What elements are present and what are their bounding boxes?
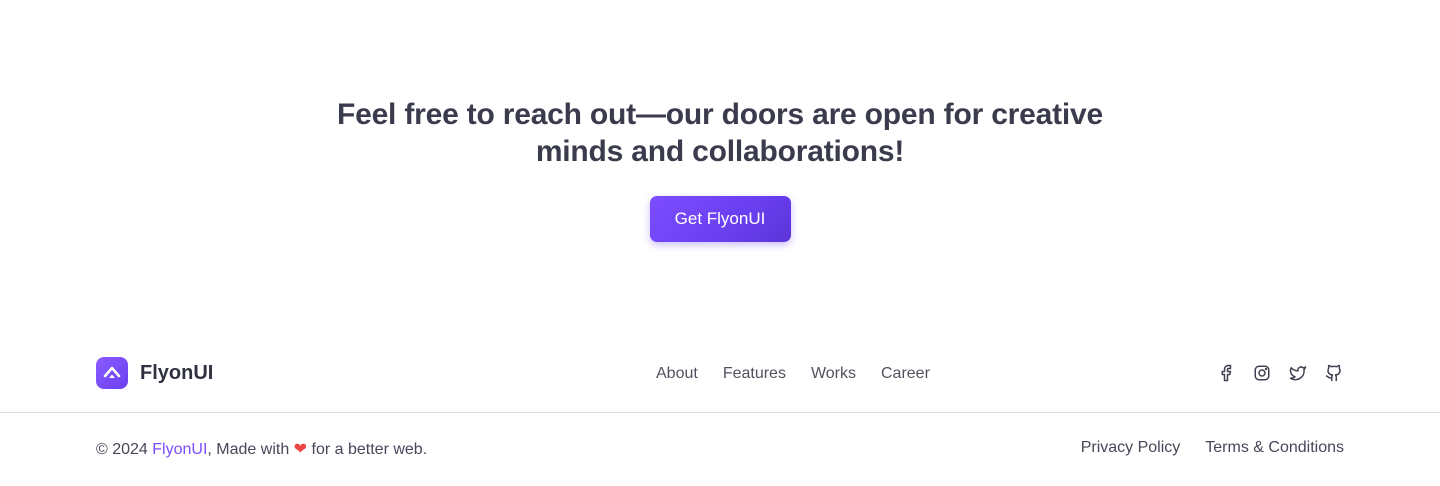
brand-name: FlyonUI <box>140 361 214 384</box>
get-flyonui-button[interactable]: Get FlyonUI <box>649 196 791 242</box>
copyright-middle: , Made with <box>207 441 294 458</box>
footer-nav-about[interactable]: About <box>656 363 698 385</box>
copyright-text: © 2024 FlyonUI, Made with ❤ for a better… <box>96 439 427 459</box>
privacy-policy-link[interactable]: Privacy Policy <box>1081 439 1181 457</box>
copyright-brand-link[interactable]: FlyonUI <box>152 441 207 458</box>
footer-divider <box>0 412 1440 413</box>
flyonui-logo-icon <box>96 357 128 389</box>
footer-bottom: © 2024 FlyonUI, Made with ❤ for a better… <box>96 439 1344 463</box>
copyright-prefix: © 2024 <box>96 441 153 458</box>
heart-icon: ❤ <box>293 441 308 458</box>
cta-heading: Feel free to reach out—our doors are ope… <box>336 98 1104 168</box>
footer-top: FlyonUI About Features Works Career <box>96 357 1344 391</box>
page: Feel free to reach out—our doors are ope… <box>0 0 1440 486</box>
footer-nav-features[interactable]: Features <box>723 363 786 385</box>
instagram-icon[interactable] <box>1252 363 1272 383</box>
copyright-suffix: for a better web. <box>307 441 428 458</box>
cta-section: Feel free to reach out—our doors are ope… <box>0 96 1440 242</box>
footer-nav-career[interactable]: Career <box>881 363 930 385</box>
facebook-icon[interactable] <box>1216 363 1236 383</box>
footer-brand[interactable]: FlyonUI <box>96 357 213 389</box>
twitter-icon[interactable] <box>1288 363 1308 383</box>
legal-links: Privacy Policy Terms & Conditions <box>1056 439 1344 457</box>
footer-nav-works[interactable]: Works <box>811 363 856 385</box>
github-icon[interactable] <box>1324 363 1344 383</box>
footer-nav: About Features Works Career <box>656 363 955 385</box>
terms-conditions-link[interactable]: Terms & Conditions <box>1205 439 1344 457</box>
social-links <box>1200 363 1344 383</box>
